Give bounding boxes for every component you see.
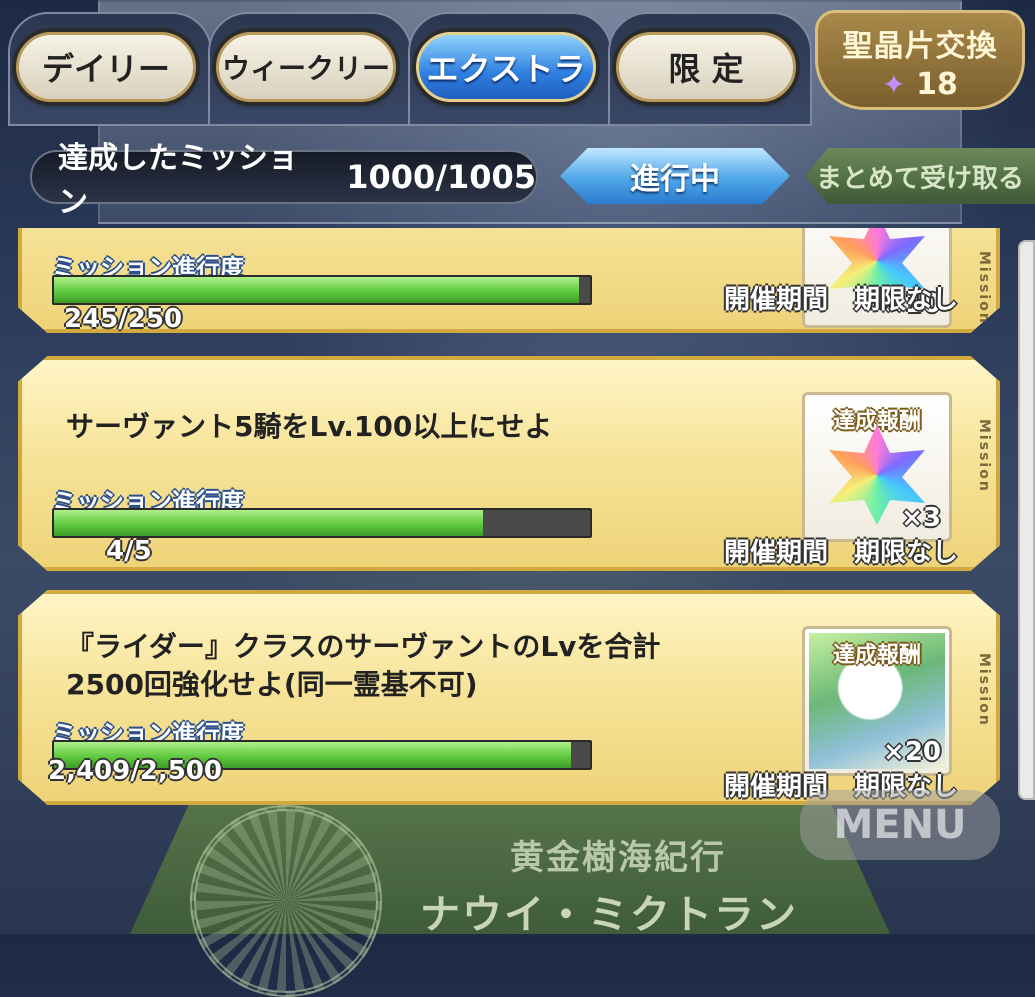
achieved-value: 1000/1005 [346, 158, 536, 196]
mission-period: 開催期間 期限なし [723, 285, 958, 315]
bulk-receive-button[interactable]: まとめて受け取る [805, 148, 1035, 204]
background-medal-emblem [190, 805, 382, 997]
mission-period: 開催期間 期限なし [723, 538, 958, 568]
crystal-exchange-button[interactable]: 聖晶片交換 ✦ 18 [815, 10, 1025, 110]
scrollbar[interactable] [1018, 240, 1035, 800]
progress-fill [54, 510, 483, 536]
progress-value: 4/5 [106, 536, 152, 566]
achieved-missions-counter: 達成したミッション 1000/1005 [30, 141, 538, 220]
achieved-label: 達成したミッション [58, 141, 298, 220]
tab-daily[interactable]: デイリー [16, 32, 196, 102]
mission-side-tag: Mission [976, 653, 992, 727]
reward-label: 達成報酬 [832, 643, 921, 668]
background-title-1: 黄金樹海紀行 [510, 838, 726, 878]
tab-weekly[interactable]: ウィークリー [216, 32, 396, 102]
status-filter-button[interactable]: 進行中 [560, 148, 790, 204]
mission-list[interactable]: ミッション進行度 245/250 ×10 Mission 開催期間 期限なし サ… [0, 228, 1035, 828]
background-title-2: ナウイ・ミクトラン [420, 891, 798, 938]
mission-card[interactable]: 『ライダー』クラスのサーヴァントのLvを合計2500回強化せよ(同一霊基不可) … [18, 590, 1000, 805]
reward-quantity: ×20 [883, 737, 941, 767]
tab-extra[interactable]: エクストラ [416, 32, 596, 102]
mission-side-tag: Mission [976, 419, 992, 493]
crystal-exchange-count: 18 [916, 67, 958, 102]
quartz-fragment-icon: ✦ [882, 68, 906, 101]
mission-card[interactable]: サーヴァント5騎をLv.100以上にせよ ミッション進行度 4/5 達成報酬 ×… [18, 356, 1000, 571]
reward-quantity: ×3 [901, 503, 941, 533]
mission-description: 『ライダー』クラスのサーヴァントのLvを合計2500回強化せよ(同一霊基不可) [66, 630, 661, 701]
menu-button[interactable]: MENU [800, 790, 1000, 860]
mission-description: サーヴァント5騎をLv.100以上にせよ [66, 410, 553, 443]
reward-box[interactable]: 達成報酬 ×3 [802, 392, 952, 542]
crystal-exchange-label: 聖晶片交換 [842, 29, 998, 64]
progress-bar [52, 508, 592, 538]
tab-limited[interactable]: 限 定 [616, 32, 796, 102]
reward-box[interactable]: 達成報酬 ×20 [802, 626, 952, 776]
progress-value: 2,409/2,500 [48, 756, 222, 786]
